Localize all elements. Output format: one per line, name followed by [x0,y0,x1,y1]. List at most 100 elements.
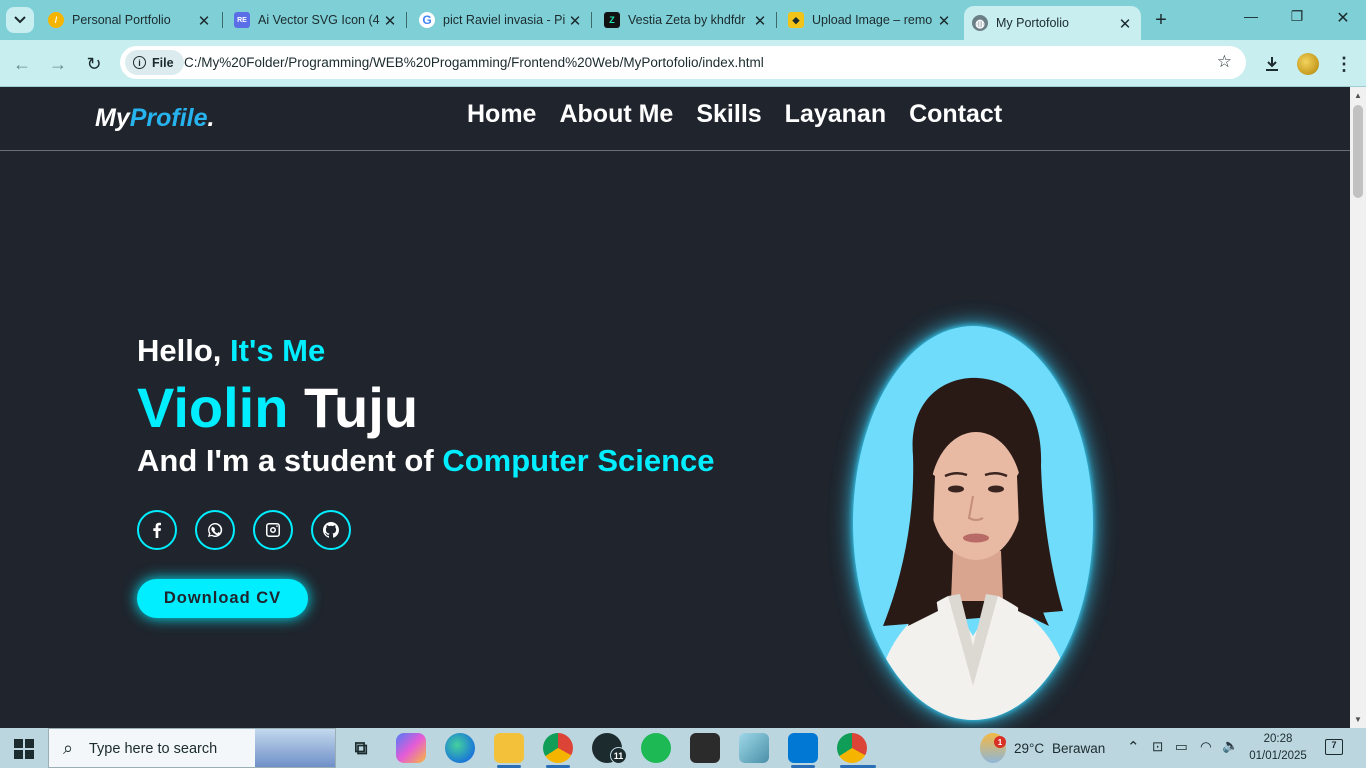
first-name: Violin [137,376,289,439]
nav-skills[interactable]: Skills [696,100,761,129]
social-links [137,510,351,550]
chrome-profile-icon[interactable] [837,733,867,763]
notes-app-icon[interactable] [739,733,769,763]
chevron-down-icon [14,16,26,24]
edge-icon[interactable] [445,733,475,763]
whatsapp-badge: 11 [610,747,627,764]
tab-divider [591,12,592,28]
tab-upload-image[interactable]: ◆ Upload Image – remo ✕ [780,6,960,34]
volume-icon[interactable]: 🔈 [1222,738,1239,754]
forward-button[interactable]: → [46,52,70,76]
reload-button[interactable]: ↻ [82,52,106,76]
chrome-icon[interactable] [543,733,573,763]
whatsapp-link[interactable] [195,510,235,550]
close-icon[interactable]: ✕ [1117,15,1133,33]
notification-count: 7 [1331,740,1337,750]
vestia-favicon-icon: Z [604,12,620,28]
tab-google-search[interactable]: G pict Raviel invasia - Pi ✕ [411,6,591,34]
tab-divider [776,12,777,28]
hero-name: Violin Tuju [137,375,418,440]
scroll-thumb[interactable] [1353,105,1363,198]
site-chip-label: File [152,55,174,70]
download-icon[interactable] [1261,53,1283,75]
tab-vestia-zeta[interactable]: Z Vestia Zeta by khdfdr ✕ [596,6,776,34]
last-name: Tuju [288,376,419,439]
clock-date: 01/01/2025 [1249,750,1307,762]
clock-time: 20:28 [1263,733,1293,745]
nav-home[interactable]: Home [467,100,536,129]
taskbar-search[interactable]: ⌕ Type here to search [48,728,336,768]
portfolio-page: MyProfile. Home About Me Skills Layanan … [0,87,1350,728]
camera-icon[interactable]: ⊡ [1152,739,1163,755]
tab-title: Upload Image – remo [812,13,933,27]
profile-photo [853,326,1093,720]
scroll-down-icon[interactable]: ▼ [1353,715,1363,724]
more-menu-icon[interactable]: ⋮ [1333,53,1355,75]
tab-title: Vestia Zeta by khdfdr [628,13,746,27]
close-icon[interactable]: ✕ [936,12,952,30]
google-favicon-icon: G [419,12,435,28]
weather-temp: 29°C [1014,741,1045,756]
search-icon: ⌕ [63,738,74,758]
wifi-icon[interactable]: ◠ [1200,739,1212,755]
profile-avatar[interactable] [1297,53,1319,75]
copilot-icon[interactable] [396,733,426,763]
tab-my-portofolio[interactable]: ◍ My Portofolio ✕ [964,6,1141,40]
tab-title: My Portofolio [996,16,1069,30]
battery-icon[interactable]: ▭ [1175,739,1188,755]
svgrepo-favicon-icon: RE [234,12,250,28]
portfolio-favicon-icon: / [48,12,64,28]
logo-accent: Profile [129,104,208,132]
nav-about-me[interactable]: About Me [559,100,673,129]
windows-taskbar: ⌕ Type here to search ⧉ 11 1 29°C Berawa… [0,728,1366,768]
weather-badge: 1 [994,736,1006,748]
main-nav: Home About Me Skills Layanan Contact [467,100,1002,129]
tab-title: Ai Vector SVG Icon (4 [258,13,380,27]
restore-button[interactable]: ❐ [1282,8,1312,25]
windows-start-icon[interactable] [14,739,34,759]
tab-divider [222,12,223,28]
scroll-up-icon[interactable]: ▲ [1353,91,1363,100]
close-icon[interactable]: ✕ [196,12,212,30]
instagram-link[interactable] [253,510,293,550]
close-window-button[interactable]: ✕ [1328,8,1358,28]
nav-contact[interactable]: Contact [909,100,1002,129]
address-bar[interactable]: i File C:/My%20Folder/Programming/WEB%20… [120,46,1246,79]
url-text[interactable]: C:/My%20Folder/Programming/WEB%20Progamm… [184,55,764,70]
tab-personal-portfolio[interactable]: / Personal Portfolio ✕ [40,6,220,34]
info-icon: i [133,56,146,69]
new-tab-button[interactable]: + [1150,9,1172,32]
notification-icon[interactable]: 7 [1325,739,1343,755]
task-view-icon[interactable]: ⧉ [346,733,376,763]
bookmark-star-icon[interactable]: ☆ [1217,52,1232,72]
file-explorer-icon[interactable] [494,733,524,763]
portrait-image [873,377,1075,720]
site-logo[interactable]: MyProfile. [95,104,214,133]
close-icon[interactable]: ✕ [752,12,768,30]
facebook-icon [153,522,161,538]
close-icon[interactable]: ✕ [382,12,398,30]
tab-search-button[interactable] [6,7,34,33]
whatsapp-icon [208,522,223,537]
minimize-button[interactable]: — [1236,8,1266,24]
chevron-up-icon[interactable]: ⌃ [1127,738,1140,756]
page-scrollbar[interactable]: ▲ ▼ [1350,87,1366,728]
game-app-icon[interactable] [690,733,720,763]
tab-strip: / Personal Portfolio ✕ RE Ai Vector SVG … [0,0,1366,40]
github-link[interactable] [311,510,351,550]
github-icon [323,522,339,538]
close-icon[interactable]: ✕ [567,12,583,30]
spotify-icon[interactable] [641,733,671,763]
logo-main: My [95,104,130,132]
back-button[interactable]: ← [10,52,34,76]
greeting-accent: It's Me [230,333,326,368]
system-clock[interactable]: 20:28 01/01/2025 [1246,731,1310,765]
globe-icon: ◍ [972,15,988,31]
logo-dot: . [207,104,215,132]
facebook-link[interactable] [137,510,177,550]
site-info-chip[interactable]: i File [125,50,184,75]
vscode-icon[interactable] [788,733,818,763]
tab-svg-repo[interactable]: RE Ai Vector SVG Icon (4 ✕ [226,6,406,34]
nav-layanan[interactable]: Layanan [785,100,886,129]
download-cv-button[interactable]: Download CV [137,579,308,618]
